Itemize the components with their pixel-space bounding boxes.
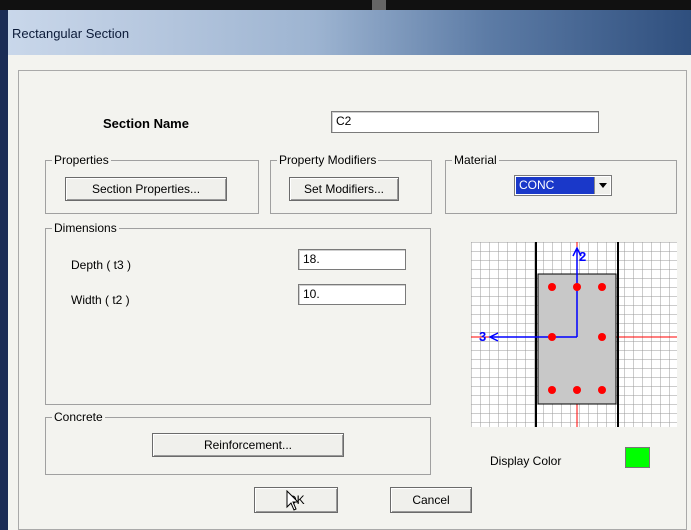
- properties-group: Properties Section Properties...: [45, 153, 259, 214]
- rebar-dot: [598, 386, 606, 394]
- rebar-dot: [598, 333, 606, 341]
- cancel-button[interactable]: Cancel: [390, 487, 472, 513]
- concrete-legend: Concrete: [52, 410, 105, 424]
- section-preview: 2 3: [471, 242, 677, 427]
- rebar-dot: [548, 283, 556, 291]
- width-input[interactable]: 10.: [298, 284, 406, 305]
- rectangular-section-dialog: Rectangular Section Section Name C2 Prop…: [8, 10, 691, 530]
- window-title: Rectangular Section: [12, 26, 130, 41]
- section-name-label: Section Name: [103, 116, 189, 131]
- depth-label: Depth ( t3 ): [71, 258, 132, 272]
- property-modifiers-group: Property Modifiers Set Modifiers...: [270, 153, 432, 214]
- property-modifiers-legend: Property Modifiers: [277, 153, 379, 167]
- display-color-swatch[interactable]: [625, 447, 650, 468]
- rebar-dot: [573, 386, 581, 394]
- background-edge: [0, 10, 8, 530]
- reinforcement-button[interactable]: Reinforcement...: [152, 433, 344, 457]
- title-bar[interactable]: Rectangular Section: [8, 10, 691, 55]
- dropdown-arrow-icon[interactable]: [594, 177, 610, 194]
- properties-legend: Properties: [52, 153, 111, 167]
- display-color-label: Display Color: [490, 454, 562, 468]
- axis-3-label: 3: [479, 329, 486, 344]
- rebar-dot: [548, 333, 556, 341]
- set-modifiers-button[interactable]: Set Modifiers...: [289, 177, 399, 201]
- rebar-dot: [548, 386, 556, 394]
- mouse-cursor-icon: [286, 489, 300, 512]
- background-notch: [372, 0, 386, 10]
- section-properties-button[interactable]: Section Properties...: [65, 177, 227, 201]
- section-name-input[interactable]: C2: [331, 111, 599, 133]
- rebar-dot: [598, 283, 606, 291]
- material-legend: Material: [452, 153, 499, 167]
- dimensions-group: Dimensions Depth ( t3 ) 18. Width ( t2 )…: [45, 221, 431, 405]
- dimensions-legend: Dimensions: [52, 221, 119, 235]
- material-select[interactable]: CONC: [514, 175, 612, 196]
- width-label: Width ( t2 ): [71, 293, 130, 307]
- material-selected-value: CONC: [516, 177, 594, 194]
- section-preview-drawing: 2 3: [471, 242, 677, 427]
- background-strip: [0, 0, 691, 10]
- depth-input[interactable]: 18.: [298, 249, 406, 270]
- axis-2-label: 2: [579, 249, 586, 264]
- rebar-dot: [573, 283, 581, 291]
- dialog-body: Section Name C2 Properties Section Prope…: [8, 55, 691, 530]
- material-group: Material CONC: [445, 153, 677, 214]
- concrete-group: Concrete Reinforcement...: [45, 410, 431, 475]
